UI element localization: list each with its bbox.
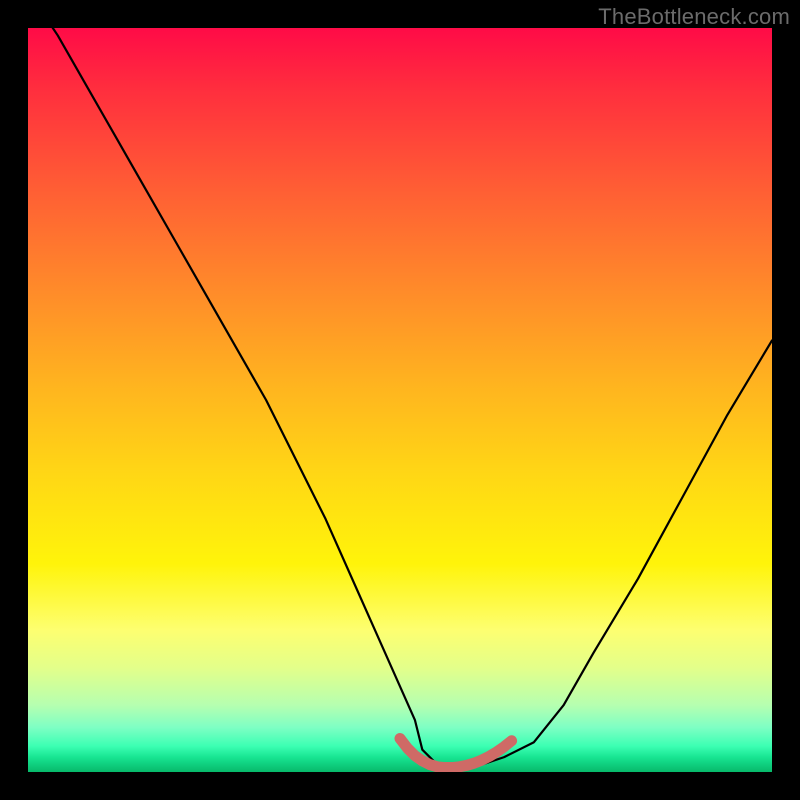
bottleneck-curve [28,28,772,768]
plot-area [28,28,772,772]
bottom-highlight [400,739,512,768]
chart-frame: TheBottleneck.com [0,0,800,800]
watermark-text: TheBottleneck.com [598,4,790,30]
curve-layer [28,28,772,772]
